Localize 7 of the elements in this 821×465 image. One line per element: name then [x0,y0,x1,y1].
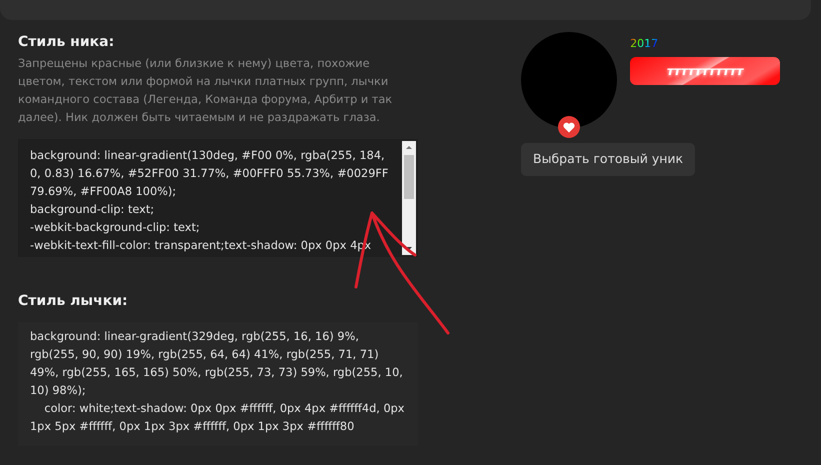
badge-preview: ттттттттттт [630,56,780,84]
pick-unique-button[interactable]: Выбрать готовый уник [521,143,696,176]
description-text: Запрещены красные (или близкие к нему) цвета, похожие цветом, текстом или формой на лычки платных групп, лычки командного состава (Легенда, Команда форума, Арбитр и так далее). Ник должен быть читаемым и не раздражать глаза. [18,56,394,126]
scrollbar[interactable] [402,140,416,255]
section-title: Стиль лычки: [18,292,129,310]
nickname-preview: 2017 [630,37,658,50]
section-title: Стиль ника: [18,34,116,51]
